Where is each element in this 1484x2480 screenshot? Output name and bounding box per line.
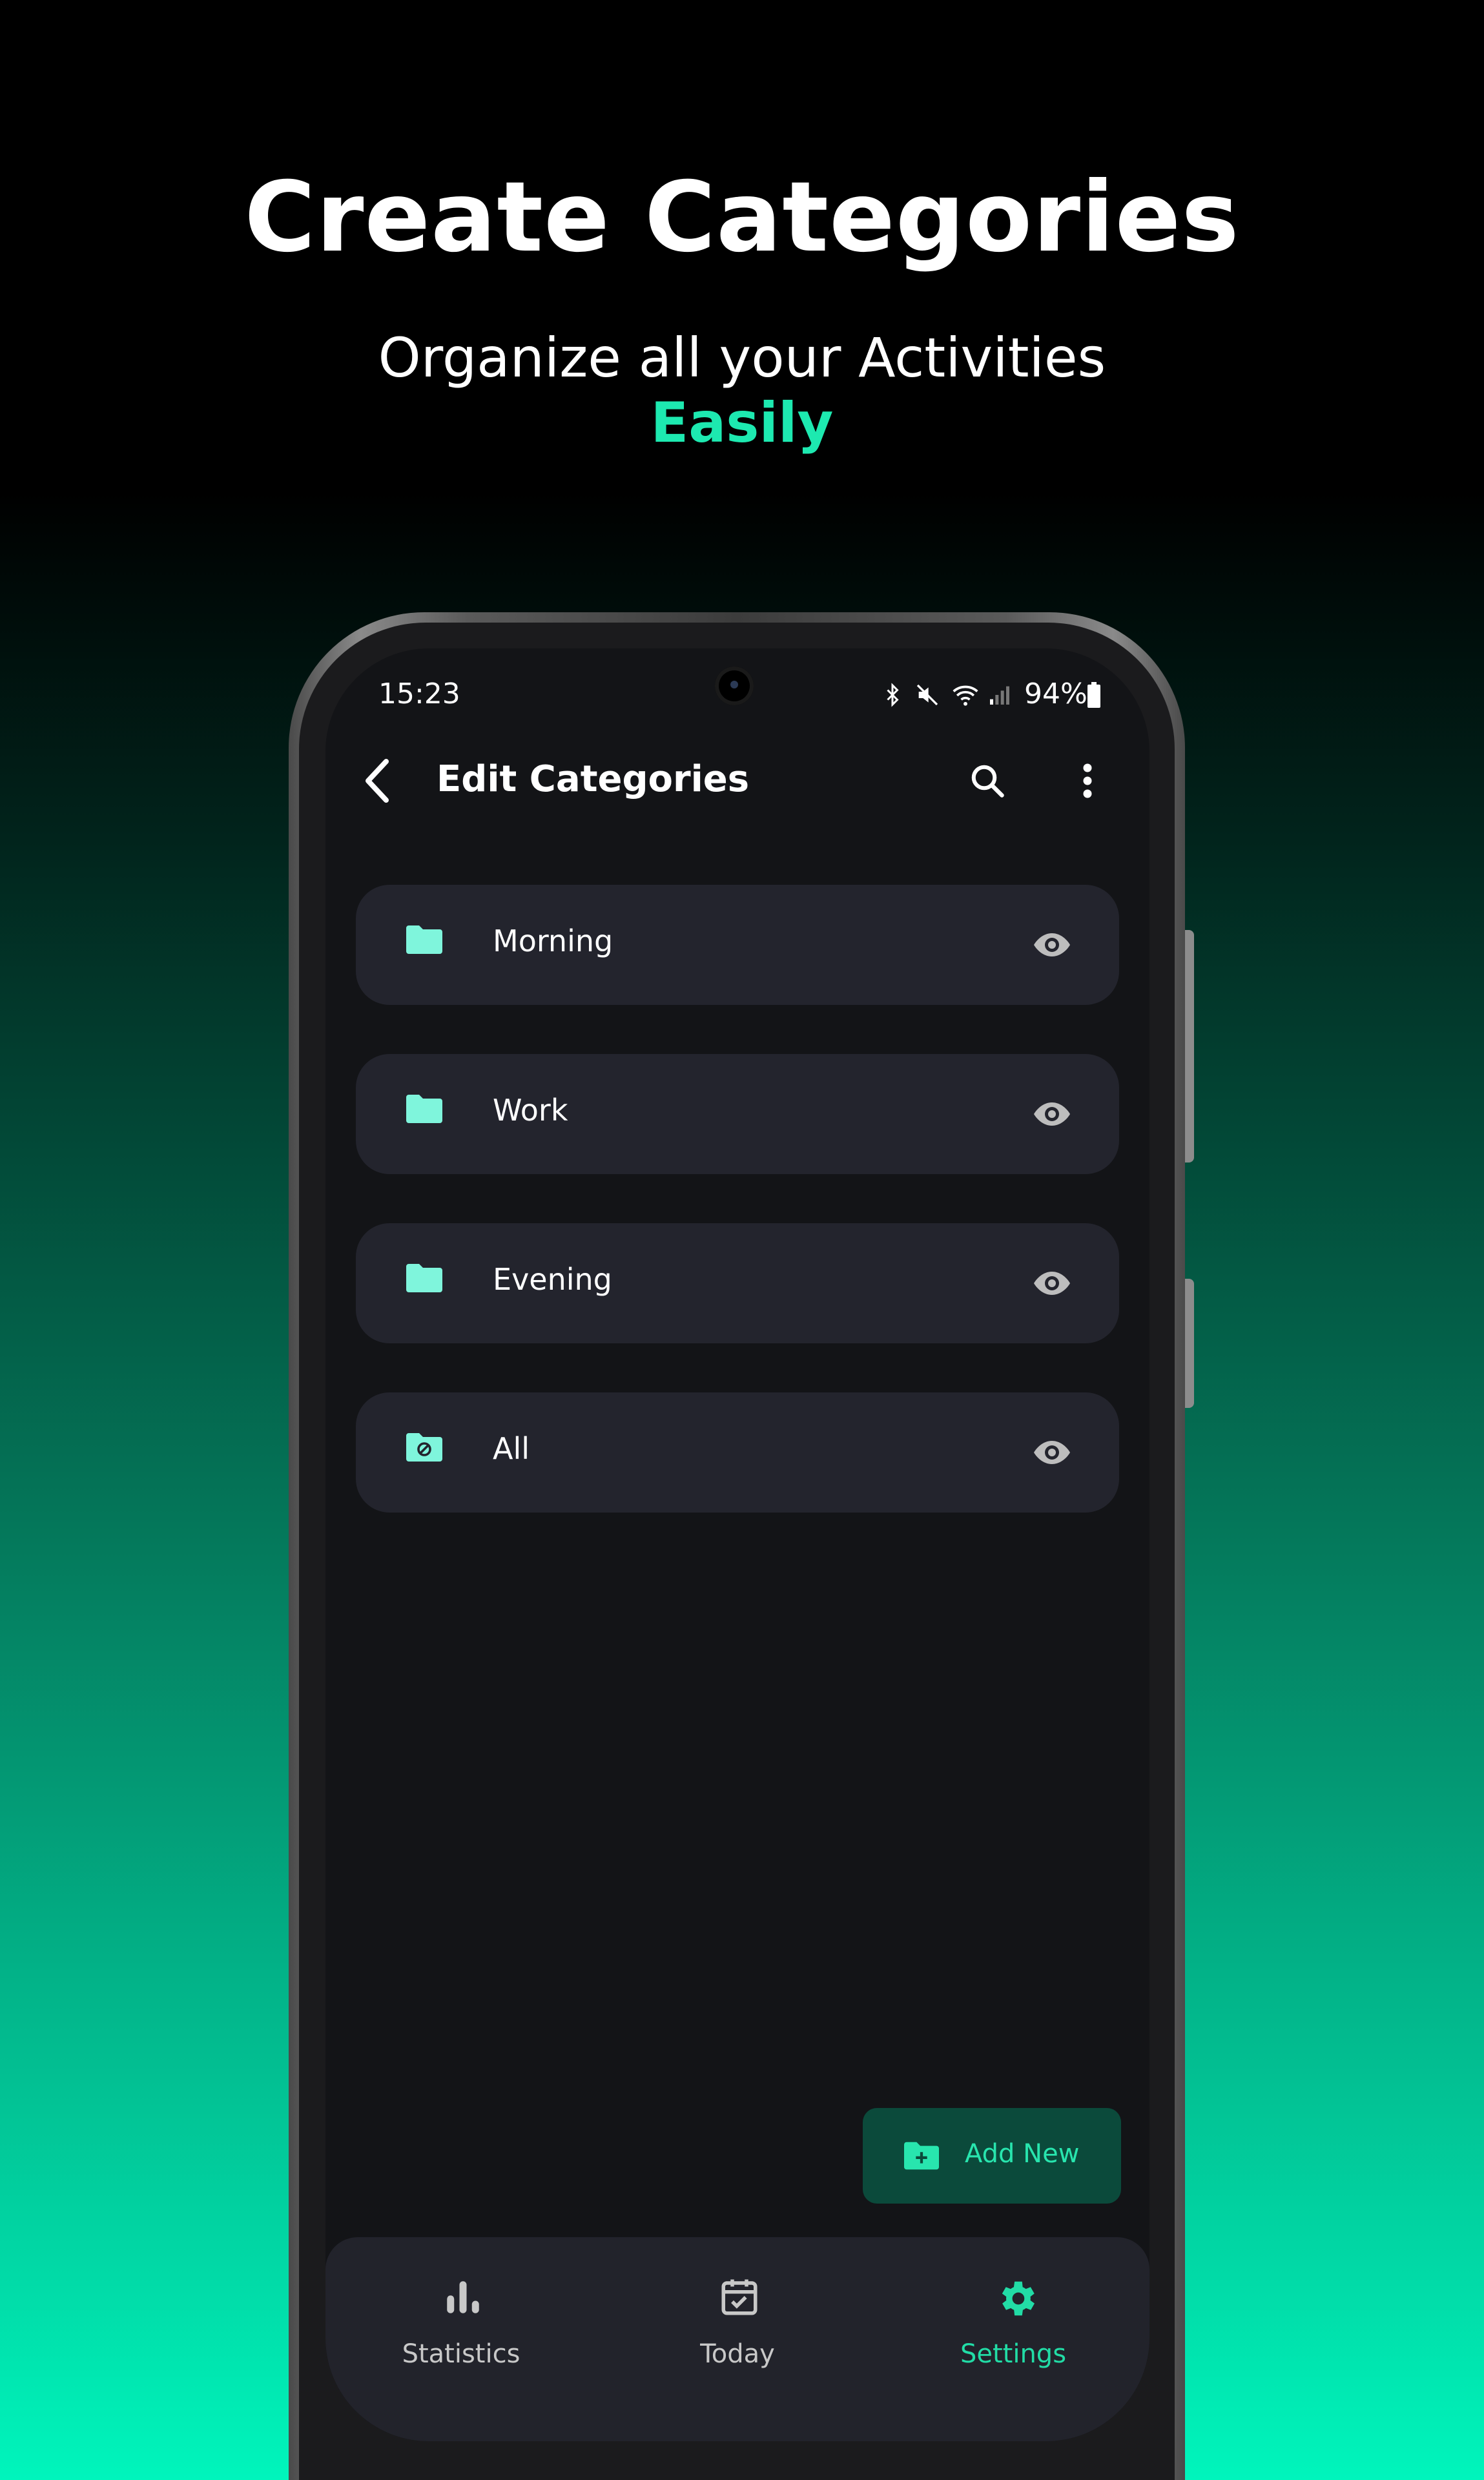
more-vert-icon <box>1083 763 1092 798</box>
eye-icon[interactable] <box>1033 1266 1071 1300</box>
nav-item-settings[interactable]: Settings <box>878 2237 1149 2392</box>
eye-icon[interactable] <box>1033 1097 1071 1131</box>
phone-screen: 15:23 94% Edit Categories Morning Work E… <box>325 648 1149 2441</box>
status-time: 15:23 <box>378 677 460 710</box>
category-label: Work <box>493 1093 568 1128</box>
volume-button <box>1185 930 1194 1162</box>
eye-icon[interactable] <box>1033 1436 1071 1469</box>
power-button <box>1185 1279 1194 1408</box>
folder-special-icon <box>406 1433 442 1462</box>
page-title: Edit Categories <box>437 758 750 800</box>
search-button[interactable] <box>958 752 1016 810</box>
back-button[interactable] <box>351 752 403 810</box>
calendar-check-icon <box>721 2279 757 2315</box>
wifi-icon <box>953 685 978 706</box>
gear-icon <box>1002 2281 1035 2316</box>
status-battery-text: 94% <box>1024 677 1087 710</box>
folder-icon <box>406 1095 442 1123</box>
category-card-evening[interactable]: Evening <box>356 1223 1119 1343</box>
bar-chart-icon <box>447 2281 479 2313</box>
bottom-navigation: Statistics Today Settings <box>325 2237 1149 2441</box>
folder-icon <box>406 1264 442 1292</box>
category-card-morning[interactable]: Morning <box>356 885 1119 1005</box>
add-new-label: Add New <box>965 2139 1080 2169</box>
add-new-button[interactable]: Add New <box>863 2108 1121 2204</box>
category-label: Morning <box>493 924 613 958</box>
more-options-button[interactable] <box>1058 752 1117 810</box>
promo-headline: Create Categories <box>244 161 1240 274</box>
battery-icon <box>1087 682 1100 708</box>
category-card-work[interactable]: Work <box>356 1054 1119 1174</box>
category-card-all[interactable]: All <box>356 1392 1119 1513</box>
signal-icon <box>990 686 1009 705</box>
chevron-left-icon <box>366 759 389 803</box>
status-icons: 94% <box>881 677 1139 713</box>
front-camera <box>715 666 754 705</box>
category-label: All <box>493 1431 530 1466</box>
promo-emphasis: Easily <box>650 391 834 455</box>
mute-icon <box>916 684 938 706</box>
eye-icon[interactable] <box>1033 928 1071 962</box>
folder-add-icon <box>904 2142 939 2170</box>
category-label: Evening <box>493 1262 612 1297</box>
bluetooth-icon <box>887 683 899 707</box>
nav-label-statistics: Statistics <box>402 2339 520 2369</box>
nav-label-today: Today <box>700 2339 775 2369</box>
nav-label-settings: Settings <box>960 2339 1067 2369</box>
nav-item-today[interactable]: Today <box>602 2237 873 2392</box>
search-icon <box>971 765 1004 798</box>
folder-icon <box>406 925 442 954</box>
nav-item-statistics[interactable]: Statistics <box>325 2237 597 2392</box>
promo-subline: Organize all your Activities <box>378 326 1106 389</box>
